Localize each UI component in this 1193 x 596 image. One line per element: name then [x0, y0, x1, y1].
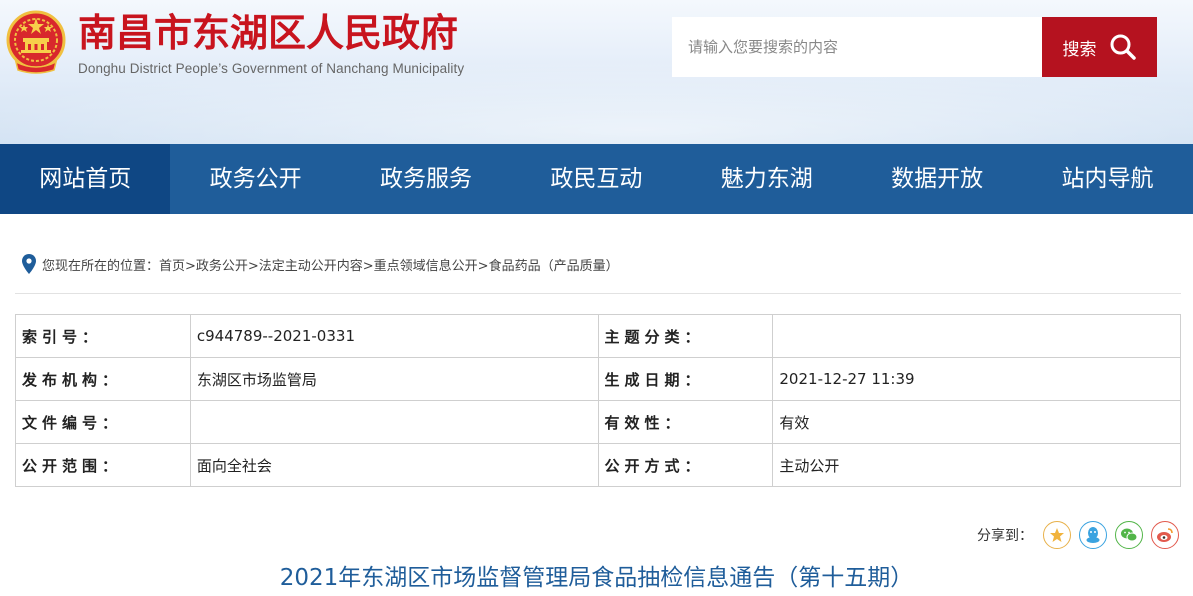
created-date-value: 2021-12-27 11:39 [772, 357, 1181, 401]
search-input[interactable]: 请输入您要搜索的内容 [672, 17, 1043, 77]
created-date-label: 生成日期： [597, 357, 774, 401]
divider [15, 293, 1181, 294]
nav-item-site-nav[interactable]: 站内导航 [1022, 144, 1192, 214]
main-nav: 网站首页 政务公开 政务服务 政民互动 魅力东湖 数据开放 站内导航 [0, 144, 1193, 214]
topic-category-label: 主题分类： [597, 314, 774, 358]
share-bar: 分享到： [977, 520, 1179, 550]
document-number-label: 文件编号： [15, 400, 191, 444]
national-emblem-icon [6, 10, 66, 74]
validity-value: 有效 [772, 400, 1181, 444]
wechat-icon[interactable] [1115, 521, 1143, 549]
disclosure-scope-value: 面向全社会 [189, 443, 599, 487]
star-icon[interactable] [1043, 521, 1071, 549]
nav-item-charm-donghu[interactable]: 魅力东湖 [682, 144, 852, 214]
validity-label: 有效性： [597, 400, 774, 444]
location-pin-icon [22, 254, 36, 274]
table-row: 公开范围： 面向全社会 公开方式： 主动公开 [15, 443, 1181, 487]
table-row: 文件编号： 有效性： 有效 [15, 400, 1181, 444]
publisher-label: 发布机构： [15, 357, 191, 401]
topic-category-value [772, 314, 1181, 358]
table-row: 发布机构： 东湖区市场监管局 生成日期： 2021-12-27 11:39 [15, 357, 1181, 401]
index-number-value: c944789--2021-0331 [189, 314, 599, 358]
document-number-value [189, 400, 599, 444]
weibo-icon[interactable] [1151, 521, 1179, 549]
disclosure-scope-label: 公开范围： [15, 443, 191, 487]
site-title: 南昌市东湖区人民政府 [78, 11, 459, 55]
disclosure-method-value: 主动公开 [772, 443, 1181, 487]
search-icon [1110, 34, 1136, 60]
index-number-label: 索引号： [15, 314, 191, 358]
search-button-label: 搜索 [1062, 39, 1097, 60]
site-header: 南昌市东湖区人民政府 Donghu District People’s Gove… [0, 0, 1193, 144]
breadcrumb-text[interactable]: 您现在所在的位置：首页>政务公开>法定主动公开内容>重点领域信息公开>食品药品（… [42, 255, 619, 274]
document-info-table: 索引号： c944789--2021-0331 主题分类： 发布机构： 东湖区市… [15, 314, 1181, 487]
nav-item-gov-affairs-open[interactable]: 政务公开 [170, 144, 340, 214]
qq-icon[interactable] [1079, 521, 1107, 549]
nav-item-home[interactable]: 网站首页 [0, 144, 171, 214]
disclosure-method-label: 公开方式： [597, 443, 774, 487]
share-label: 分享到： [977, 528, 1033, 544]
nav-item-gov-services[interactable]: 政务服务 [341, 144, 511, 214]
site-subtitle: Donghu District People’s Government of N… [78, 61, 465, 76]
breadcrumb: 您现在所在的位置：首页>政务公开>法定主动公开内容>重点领域信息公开>食品药品（… [22, 252, 619, 276]
publisher-value: 东湖区市场监管局 [189, 357, 599, 401]
nav-item-open-data[interactable]: 数据开放 [852, 144, 1022, 214]
search-button[interactable]: 搜索 [1042, 17, 1157, 77]
article-title: 2021年东湖区市场监督管理局食品抽检信息通告（第十五期） [279, 565, 914, 591]
table-row: 索引号： c944789--2021-0331 主题分类： [15, 314, 1181, 358]
nav-item-interaction[interactable]: 政民互动 [511, 144, 681, 214]
